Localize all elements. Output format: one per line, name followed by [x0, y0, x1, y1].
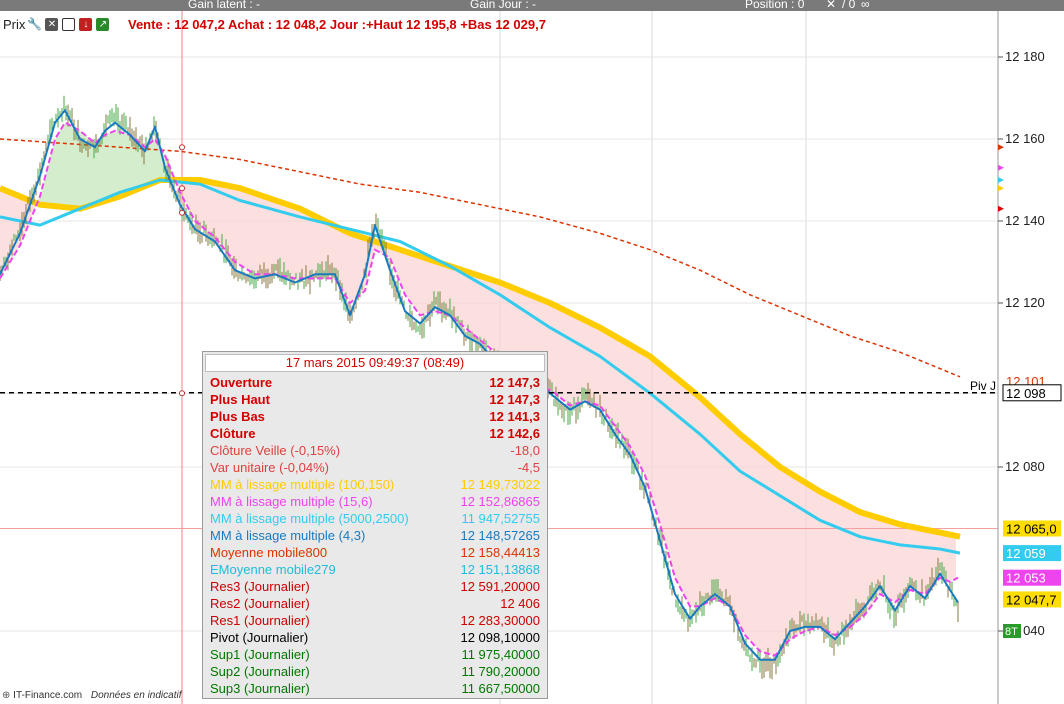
tooltip-row-value: 12 149,73022: [460, 477, 540, 492]
tooltip-row-value: 12 158,44413: [460, 545, 540, 560]
tooltip-row-value: 12 147,3: [489, 375, 540, 390]
footer-brand: IT-Finance.com: [13, 690, 83, 701]
pivot-label: Piv J: [970, 379, 996, 393]
crosshair-marker: [179, 390, 185, 397]
tooltip-row-label: MM à lissage multiple (15,6): [210, 494, 373, 509]
prix-label: Prix: [3, 16, 26, 32]
y-tick-label: 12 140: [1005, 213, 1045, 228]
tooltip-header: 17 mars 2015 09:49:37 (08:49): [205, 354, 545, 372]
tooltip-row-value: 11 975,40000: [461, 647, 540, 662]
tooltip-row: Clôture Veille (-0,15%) -18,0: [210, 442, 540, 459]
tooltip-row: Res1 (Journalier) 12 283,30000: [210, 612, 540, 629]
close-position-icon[interactable]: ✕: [826, 0, 836, 11]
tooltip-row-label: Res1 (Journalier): [210, 613, 310, 628]
size-tag-label: 8T: [1005, 626, 1018, 638]
tooltip-row-label: Ouverture: [210, 375, 273, 390]
crosshair-marker: [179, 209, 185, 216]
export-icon[interactable]: ↗: [96, 17, 110, 31]
tooltip-row-label: Sup1 (Journalier): [210, 647, 310, 662]
tooltip-row-value: 12 148,57265: [460, 528, 540, 543]
price-tag-label: 12 059: [1006, 546, 1046, 561]
tooltip-row-value: 11 667,50000: [461, 681, 540, 696]
copyright-icon: ⊕: [2, 690, 11, 701]
footer: ⊕ IT-Finance.com Données en indicatif: [2, 690, 182, 701]
tooltip-row: Clôture 12 142,6: [210, 425, 540, 442]
tooltip-row-value: 11 790,20000: [461, 664, 540, 679]
gain-latent-text: Gain latent : -: [188, 0, 261, 11]
tooltip-row-label: Moyenne mobile800: [210, 545, 328, 560]
tooltip-row-label: Res2 (Journalier): [210, 596, 310, 611]
tooltip-row: Sup1 (Journalier) 11 975,40000: [210, 646, 540, 663]
tooltip-row-label: Plus Haut: [210, 392, 270, 407]
tooltip-row-label: Sup3 (Journalier): [210, 681, 310, 696]
crosshair-marker: [179, 185, 185, 192]
tooltip-row-label: Pivot (Journalier): [210, 630, 309, 645]
chart-toolbar: Prix 🔧 ✕ ↓ ↗: [0, 14, 114, 34]
tooltip-row: Res2 (Journalier) 12 406: [210, 595, 540, 612]
tooltip-row-value: 11 947,52755: [461, 511, 540, 526]
tooltip-row: MM à lissage multiple (15,6) 12 152,86865: [210, 493, 540, 510]
tooltip-row: Res3 (Journalier) 12 591,20000: [210, 578, 540, 595]
wrench-icon[interactable]: 🔧: [27, 17, 42, 31]
tooltip-row: Sup3 (Journalier) 11 667,50000: [210, 680, 540, 697]
tooltip-row: Pivot (Journalier) 12 098,10000: [210, 629, 540, 646]
position-total-text: / 0: [842, 0, 856, 11]
y-tick-label: 12 080: [1005, 459, 1045, 474]
close-circle-icon[interactable]: ✕: [45, 17, 59, 31]
window-icon[interactable]: [62, 17, 76, 31]
position-text: Position : 0: [745, 0, 805, 11]
tooltip-row: Sup2 (Journalier) 11 790,20000: [210, 663, 540, 680]
tooltip-row-label: EMoyenne mobile279: [210, 562, 336, 577]
tooltip-row-label: Clôture Veille (-0,15%): [210, 443, 341, 458]
price-tag-label: 12 047,7: [1006, 592, 1057, 607]
tooltip-row: EMoyenne mobile279 12 151,13868: [210, 561, 540, 578]
price-tag-label: 12 065,0: [1006, 522, 1057, 537]
tooltip-row-label: Sup2 (Journalier): [210, 664, 310, 679]
gain-jour-text: Gain Jour : -: [470, 0, 537, 11]
tooltip-row: MM à lissage multiple (5000,2500) 11 947,…: [210, 510, 540, 527]
tooltip-row-label: Res3 (Journalier): [210, 579, 310, 594]
tooltip-row-label: MM à lissage multiple (5000,2500): [210, 511, 409, 526]
tooltip-row-value: 12 098,10000: [460, 630, 540, 645]
tooltip-row-label: Plus Bas: [210, 409, 265, 424]
y-tick-label: 12 160: [1005, 131, 1045, 146]
download-icon[interactable]: ↓: [79, 17, 93, 31]
tooltip-row-value: 12 152,86865: [460, 494, 540, 509]
tooltip-row-value: 12 151,13868: [460, 562, 540, 577]
link-icon[interactable]: ∞: [861, 0, 870, 11]
tooltip-row: Ouverture 12 147,3: [210, 374, 540, 391]
tooltip-row-value: 12 147,3: [489, 392, 540, 407]
tooltip-row-value: -18,0: [510, 443, 540, 458]
price-tag-label: 12 053: [1006, 571, 1046, 586]
tooltip-row-value: 12 141,3: [489, 409, 540, 424]
tooltip-row: MM à lissage multiple (100,150) 12 149,73…: [210, 476, 540, 493]
tooltip-row: MM à lissage multiple (4,3) 12 148,57265: [210, 527, 540, 544]
tooltip-row-label: Var unitaire (-0,04%): [210, 460, 329, 475]
tooltip-row-label: MM à lissage multiple (100,150): [210, 477, 395, 492]
ohlc-tooltip: 17 mars 2015 09:49:37 (08:49) Ouverture 1…: [202, 351, 548, 699]
tooltip-row-value: -4,5: [517, 460, 540, 475]
account-status-bar: Gain latent : - Gain Jour : - Position :…: [0, 0, 1064, 11]
tooltip-row-value: 12 591,20000: [460, 579, 540, 594]
tooltip-row-value: 12 142,6: [489, 426, 540, 441]
y-tick-label: 12 120: [1005, 295, 1045, 310]
tooltip-row-value: 12 406: [500, 596, 540, 611]
tooltip-row-label: MM à lissage multiple (4,3): [210, 528, 366, 543]
tooltip-row: Plus Bas 12 141,3: [210, 408, 540, 425]
footer-disclaimer: Données en indicatif: [90, 690, 182, 701]
pivot-tag-label: 12 098: [1006, 386, 1046, 401]
quote-line: Vente : 12 047,2 Achat : 12 048,2 Jour :…: [128, 17, 546, 32]
tooltip-row: Moyenne mobile800 12 158,44413: [210, 544, 540, 561]
tooltip-row-value: 12 283,30000: [460, 613, 540, 628]
crosshair-marker: [179, 144, 185, 151]
tooltip-row: Var unitaire (-0,04%) -4,5: [210, 459, 540, 476]
y-tick-label: 12 180: [1005, 49, 1045, 64]
tooltip-row: Plus Haut 12 147,3: [210, 391, 540, 408]
tooltip-row-label: Clôture: [210, 426, 256, 441]
